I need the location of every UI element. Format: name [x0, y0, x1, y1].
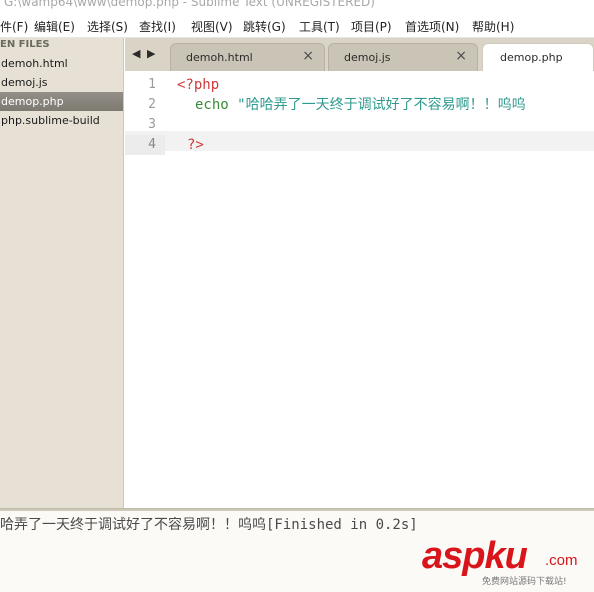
sidebar-file-demoj-js[interactable]: demoj.js: [0, 73, 123, 92]
code-editor[interactable]: 1 2 3 4 <?php echo "哈哈弄了一天终于调试好了不容易啊！！呜呜…: [125, 71, 594, 508]
menu-view[interactable]: 视图(V): [191, 18, 233, 35]
sidebar-file-php-sublime-build[interactable]: php.sublime-build: [0, 111, 123, 130]
tab-demoh-html[interactable]: demoh.html ×: [170, 43, 325, 71]
window-title: G:\wamp64\www\demop.php - Sublime Text (…: [4, 0, 375, 9]
menu-tools[interactable]: 工具(T): [299, 18, 340, 35]
tab-scroll-left-icon[interactable]: ◀: [132, 47, 140, 60]
menu-goto[interactable]: 跳转(G): [243, 18, 286, 35]
sidebar-file-demoh-html[interactable]: demoh.html: [0, 54, 123, 73]
menu-find[interactable]: 查找(I): [139, 18, 176, 35]
menu-help[interactable]: 帮助(H): [472, 18, 514, 35]
line-number: 3: [148, 117, 156, 132]
code-line-4: ?>: [187, 135, 204, 155]
code-line-1: <?php: [177, 75, 219, 95]
watermark-brand: aspku: [422, 535, 528, 577]
tab-label: demoh.html: [186, 51, 253, 64]
sidebar-open-files: EN FILES demoh.html demoj.js demop.php p…: [0, 38, 124, 508]
build-output-text: 哈弄了一天终于调试好了不容易啊！！呜呜[Finished in 0.2s]: [0, 517, 418, 533]
tab-scroll-right-icon[interactable]: ▶: [147, 47, 155, 60]
sidebar-header: EN FILES: [0, 39, 50, 50]
watermark-domain: .com: [545, 552, 578, 569]
tab-label: demop.php: [500, 51, 563, 64]
menu-bar: 件(F) 编辑(E) 选择(S) 查找(I) 视图(V) 跳转(G) 工具(T)…: [0, 14, 594, 38]
watermark-subtitle: 免费网站源码下载站!: [482, 577, 567, 587]
php-open-tag: <?php: [177, 77, 220, 93]
menu-file[interactable]: 件(F): [0, 18, 28, 35]
tab-close-icon[interactable]: ×: [455, 48, 467, 64]
window-titlebar: G:\wamp64\www\demop.php - Sublime Text (…: [0, 0, 594, 14]
menu-project[interactable]: 项目(P): [351, 18, 392, 35]
string-literal: "哈哈弄了一天终于调试好了不容易啊！！呜呜: [237, 97, 526, 113]
tab-bar: ◀ ▶ demoh.html × demoj.js × demop.php: [125, 38, 594, 71]
tab-label: demoj.js: [344, 51, 391, 64]
echo-keyword: echo: [195, 97, 229, 113]
php-close-tag: ?>: [187, 137, 204, 153]
tab-demoj-js[interactable]: demoj.js ×: [328, 43, 478, 71]
code-line-2: echo "哈哈弄了一天终于调试好了不容易啊！！呜呜: [195, 95, 526, 115]
aspku-watermark-logo: aspku .com 免费网站源码下载站!: [422, 536, 592, 588]
menu-edit[interactable]: 编辑(E): [34, 18, 75, 35]
menu-preferences[interactable]: 首选项(N): [405, 18, 459, 35]
tab-demop-php[interactable]: demop.php: [482, 43, 594, 71]
tab-close-icon[interactable]: ×: [302, 48, 314, 64]
line-number: 1: [148, 77, 156, 92]
sidebar-file-demop-php[interactable]: demop.php: [0, 92, 123, 111]
line-number-current: 4: [125, 135, 165, 155]
menu-selection[interactable]: 选择(S): [87, 18, 128, 35]
line-number: 2: [148, 97, 156, 112]
